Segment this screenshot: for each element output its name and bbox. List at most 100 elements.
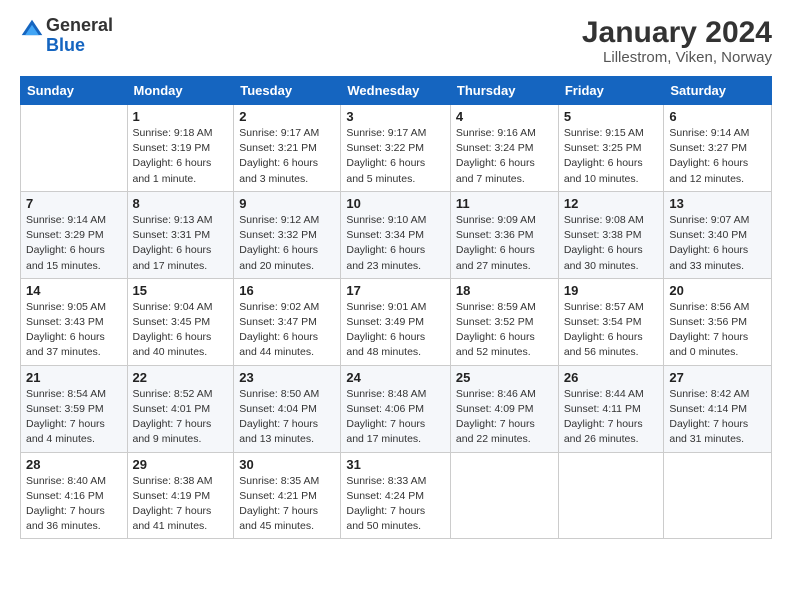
calendar-cell: 27Sunrise: 8:42 AMSunset: 4:14 PMDayligh… <box>664 365 772 452</box>
day-info: Sunrise: 8:40 AMSunset: 4:16 PMDaylight:… <box>26 474 122 535</box>
calendar-cell: 4 Sunrise: 9:16 AMSunset: 3:24 PMDaylight… <box>450 105 558 192</box>
calendar-cell: 28 Sunrise: 8:40 AMSunset: 4:16 PMDayligh… <box>21 452 128 539</box>
col-saturday: Saturday <box>664 77 772 105</box>
day-number: 14 <box>26 283 122 298</box>
day-info: Sunrise: 8:50 AMSunset: 4:04 PMDaylight:… <box>239 387 335 448</box>
daylight-hours: Daylight: 7 hours <box>456 418 535 430</box>
day-info: Sunrise: 9:01 AMSunset: 3:49 PMDaylight:… <box>346 300 445 361</box>
day-info: Sunrise: 9:15 AMSunset: 3:25 PMDaylight:… <box>564 126 659 187</box>
day-number: 1 <box>133 109 229 124</box>
col-wednesday: Wednesday <box>341 77 451 105</box>
calendar-cell: 18 Sunrise: 8:59 AMSunset: 3:52 PMDayligh… <box>450 278 558 365</box>
calendar-week-2: 7Sunrise: 9:14 AMSunset: 3:29 PMDaylight… <box>21 191 772 278</box>
day-number: 10 <box>346 196 445 211</box>
daylight-hours: Daylight: 6 hours <box>456 244 535 256</box>
day-number: 4 <box>456 109 553 124</box>
calendar-cell: 6 Sunrise: 9:14 AMSunset: 3:27 PMDaylight… <box>664 105 772 192</box>
calendar-cell: 7Sunrise: 9:14 AMSunset: 3:29 PMDaylight… <box>21 191 128 278</box>
day-number: 30 <box>239 457 335 472</box>
day-info: Sunrise: 9:13 AMSunset: 3:31 PMDaylight:… <box>133 213 229 274</box>
daylight-hours: Daylight: 6 hours <box>26 244 105 256</box>
logo-text: General Blue <box>46 16 113 56</box>
day-info: Sunrise: 9:09 AMSunset: 3:36 PMDaylight:… <box>456 213 553 274</box>
day-number: 16 <box>239 283 335 298</box>
day-info: Sunrise: 8:52 AMSunset: 4:01 PMDaylight:… <box>133 387 229 448</box>
calendar-cell: 19Sunrise: 8:57 AMSunset: 3:54 PMDayligh… <box>558 278 664 365</box>
header-row: Sunday Monday Tuesday Wednesday Thursday… <box>21 77 772 105</box>
daylight-hours: Daylight: 6 hours <box>133 157 212 169</box>
day-info: Sunrise: 9:17 AMSunset: 3:21 PMDaylight:… <box>239 126 335 187</box>
daylight-hours: Daylight: 6 hours <box>564 331 643 343</box>
col-thursday: Thursday <box>450 77 558 105</box>
daylight-hours: Daylight: 6 hours <box>133 331 212 343</box>
day-number: 13 <box>669 196 766 211</box>
daylight-hours: Daylight: 6 hours <box>239 244 318 256</box>
daylight-hours: Daylight: 7 hours <box>346 418 425 430</box>
calendar-cell <box>450 452 558 539</box>
day-info: Sunrise: 9:12 AMSunset: 3:32 PMDaylight:… <box>239 213 335 274</box>
day-info: Sunrise: 8:59 AMSunset: 3:52 PMDaylight:… <box>456 300 553 361</box>
day-info: Sunrise: 9:14 AMSunset: 3:29 PMDaylight:… <box>26 213 122 274</box>
calendar-cell: 31Sunrise: 8:33 AMSunset: 4:24 PMDayligh… <box>341 452 451 539</box>
day-number: 22 <box>133 370 229 385</box>
title-block: January 2024 Lillestrom, Viken, Norway <box>582 16 772 66</box>
daylight-hours: Daylight: 6 hours <box>239 157 318 169</box>
day-info: Sunrise: 8:35 AMSunset: 4:21 PMDaylight:… <box>239 474 335 535</box>
col-sunday: Sunday <box>21 77 128 105</box>
day-info: Sunrise: 9:17 AMSunset: 3:22 PMDaylight:… <box>346 126 445 187</box>
day-info: Sunrise: 9:08 AMSunset: 3:38 PMDaylight:… <box>564 213 659 274</box>
daylight-hours: Daylight: 7 hours <box>239 505 318 517</box>
daylight-hours: Daylight: 7 hours <box>564 418 643 430</box>
day-info: Sunrise: 9:14 AMSunset: 3:27 PMDaylight:… <box>669 126 766 187</box>
day-info: Sunrise: 8:56 AMSunset: 3:56 PMDaylight:… <box>669 300 766 361</box>
daylight-hours: Daylight: 6 hours <box>564 244 643 256</box>
calendar-cell: 3 Sunrise: 9:17 AMSunset: 3:22 PMDaylight… <box>341 105 451 192</box>
daylight-hours: Daylight: 7 hours <box>133 505 212 517</box>
calendar-cell: 22 Sunrise: 8:52 AMSunset: 4:01 PMDayligh… <box>127 365 234 452</box>
day-info: Sunrise: 9:02 AMSunset: 3:47 PMDaylight:… <box>239 300 335 361</box>
col-tuesday: Tuesday <box>234 77 341 105</box>
day-info: Sunrise: 8:42 AMSunset: 4:14 PMDaylight:… <box>669 387 766 448</box>
daylight-hours: Daylight: 6 hours <box>239 331 318 343</box>
calendar-subtitle: Lillestrom, Viken, Norway <box>582 49 772 66</box>
day-number: 21 <box>26 370 122 385</box>
logo: General Blue <box>20 16 113 56</box>
calendar-body: 1Sunrise: 9:18 AMSunset: 3:19 PMDaylight… <box>21 105 772 539</box>
day-info: Sunrise: 9:10 AMSunset: 3:34 PMDaylight:… <box>346 213 445 274</box>
calendar-week-1: 1Sunrise: 9:18 AMSunset: 3:19 PMDaylight… <box>21 105 772 192</box>
calendar-cell: 8Sunrise: 9:13 AMSunset: 3:31 PMDaylight… <box>127 191 234 278</box>
daylight-hours: Daylight: 6 hours <box>346 244 425 256</box>
daylight-hours: Daylight: 6 hours <box>346 331 425 343</box>
day-info: Sunrise: 9:07 AMSunset: 3:40 PMDaylight:… <box>669 213 766 274</box>
calendar-title: January 2024 <box>582 16 772 49</box>
day-number: 26 <box>564 370 659 385</box>
day-number: 6 <box>669 109 766 124</box>
daylight-hours: Daylight: 6 hours <box>133 244 212 256</box>
day-info: Sunrise: 9:16 AMSunset: 3:24 PMDaylight:… <box>456 126 553 187</box>
day-number: 9 <box>239 196 335 211</box>
day-number: 28 <box>26 457 122 472</box>
logo-blue-text: Blue <box>46 36 113 56</box>
calendar-cell: 14 Sunrise: 9:05 AMSunset: 3:43 PMDayligh… <box>21 278 128 365</box>
calendar-cell: 5Sunrise: 9:15 AMSunset: 3:25 PMDaylight… <box>558 105 664 192</box>
day-number: 17 <box>346 283 445 298</box>
day-number: 12 <box>564 196 659 211</box>
logo-general-text: General <box>46 16 113 36</box>
daylight-hours: Daylight: 6 hours <box>456 157 535 169</box>
daylight-hours: Daylight: 6 hours <box>346 157 425 169</box>
logo-icon <box>20 18 44 42</box>
col-monday: Monday <box>127 77 234 105</box>
day-number: 3 <box>346 109 445 124</box>
daylight-hours: Daylight: 6 hours <box>669 244 748 256</box>
daylight-hours: Daylight: 7 hours <box>239 418 318 430</box>
daylight-hours: Daylight: 6 hours <box>564 157 643 169</box>
day-number: 31 <box>346 457 445 472</box>
daylight-hours: Daylight: 7 hours <box>669 418 748 430</box>
header: General Blue January 2024 Lillestrom, Vi… <box>20 16 772 66</box>
day-number: 18 <box>456 283 553 298</box>
calendar-cell: 13 Sunrise: 9:07 AMSunset: 3:40 PMDayligh… <box>664 191 772 278</box>
day-info: Sunrise: 9:05 AMSunset: 3:43 PMDaylight:… <box>26 300 122 361</box>
calendar-cell: 9 Sunrise: 9:12 AMSunset: 3:32 PMDaylight… <box>234 191 341 278</box>
calendar-cell: 11Sunrise: 9:09 AMSunset: 3:36 PMDayligh… <box>450 191 558 278</box>
calendar-cell: 21Sunrise: 8:54 AMSunset: 3:59 PMDayligh… <box>21 365 128 452</box>
